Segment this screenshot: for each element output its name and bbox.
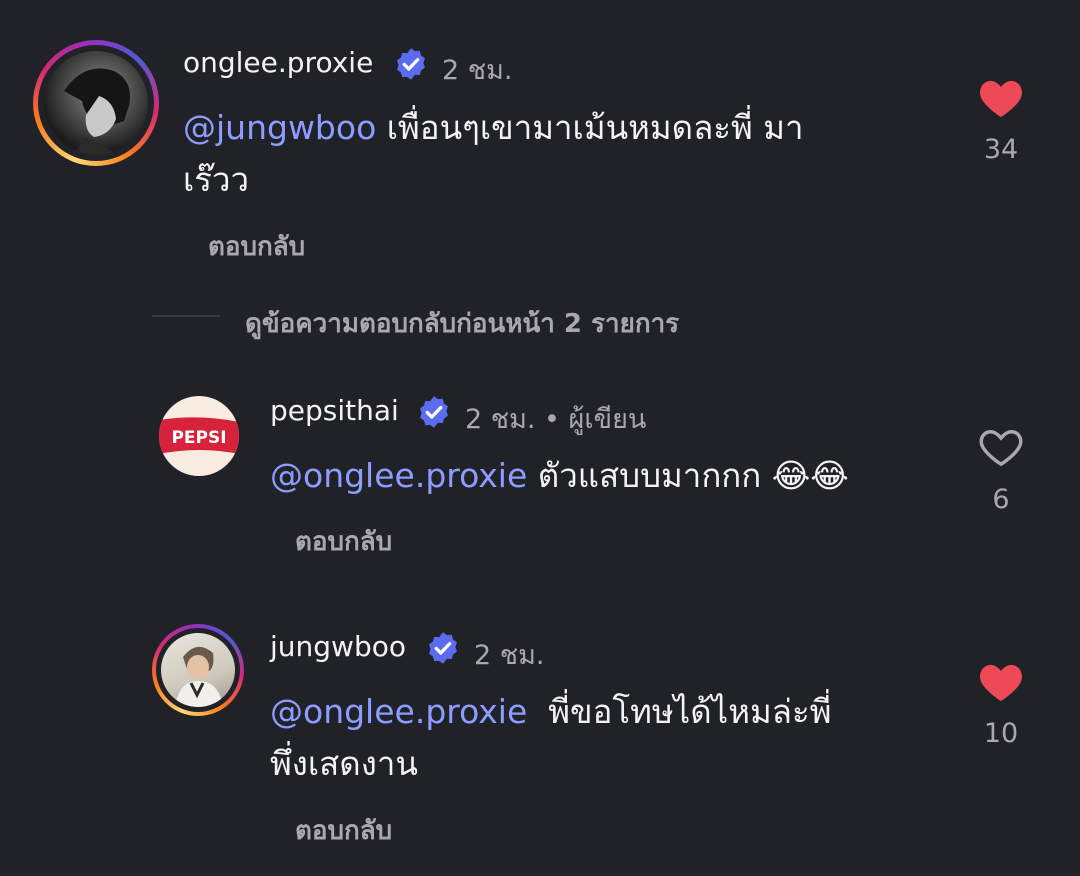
reply-button[interactable]: ตอบกลับ (295, 810, 392, 851)
mention-link[interactable]: @jungwboo (183, 108, 376, 147)
username[interactable]: pepsithai (270, 394, 399, 427)
timestamp: 2 ชม. • ผู้เขียน (465, 404, 647, 435)
like-count: 34 (983, 134, 1019, 165)
verified-badge-icon (416, 394, 452, 430)
avatar[interactable]: PEPSI (159, 396, 239, 476)
like-button[interactable] (978, 661, 1024, 703)
timestamp: 2 ชม. (474, 640, 545, 671)
comment-body-line2: เร๊วว (183, 160, 250, 199)
like-count: 6 (992, 484, 1010, 515)
svg-text:PEPSI: PEPSI (171, 428, 226, 448)
mention-link[interactable]: @onglee.proxie (270, 456, 527, 495)
verified-badge-icon (425, 630, 461, 666)
reply-button[interactable]: ตอบกลับ (208, 226, 305, 267)
comment-text: @onglee.proxie พี่ขอโทษได้ไหมล่ะพี่ พึ่ง… (270, 686, 950, 790)
reply-button[interactable]: ตอบกลับ (295, 521, 392, 562)
verified-badge-icon (393, 46, 429, 82)
view-previous-replies-button[interactable]: ดูข้อความตอบกลับก่อนหน้า 2 รายการ (245, 303, 679, 344)
heart-filled-icon (980, 80, 1022, 118)
mention-link[interactable]: @onglee.proxie (270, 692, 527, 731)
avatar[interactable] (152, 624, 244, 716)
timestamp: 2 ชม. (442, 55, 513, 86)
comment-body: ตัวแสบบมากกก 😂😂 (527, 456, 849, 495)
username[interactable]: jungwboo (270, 630, 406, 663)
comment-text: @onglee.proxie ตัวแสบบมากกก 😂😂 (270, 450, 950, 502)
like-button[interactable] (978, 77, 1024, 119)
comment-text: @jungwboo เพื่อนๆเขามาเม้นหมดละพี่ มา เร… (183, 102, 943, 206)
username[interactable]: onglee.proxie (183, 46, 373, 79)
like-button[interactable] (978, 426, 1024, 468)
comment-body: เพื่อนๆเขามาเม้นหมดละพี่ มา (376, 108, 804, 147)
replies-divider (152, 315, 220, 317)
comment-body-line2: พึ่งเสดงาน (270, 744, 418, 783)
avatar[interactable] (33, 40, 159, 166)
heart-filled-icon (980, 664, 1022, 702)
comment-body: พี่ขอโทษได้ไหมล่ะพี่ (527, 692, 832, 731)
like-count: 10 (983, 718, 1019, 749)
heart-outline-icon (979, 430, 1023, 467)
